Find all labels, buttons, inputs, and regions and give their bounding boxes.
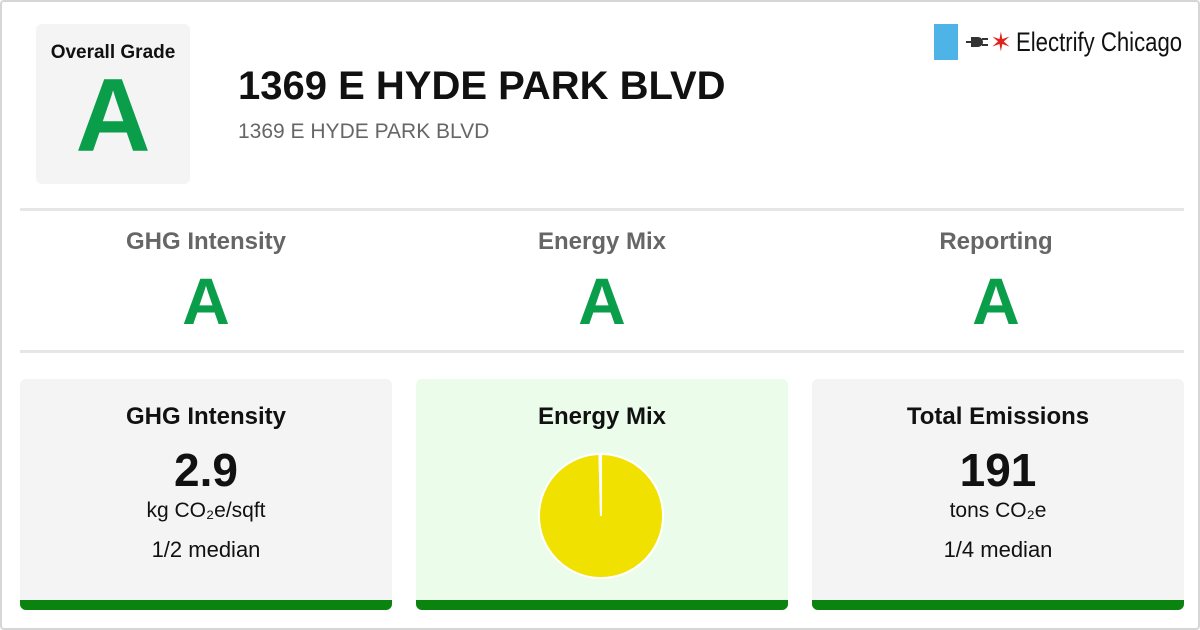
- card-unit: kg CO₂e/sqft: [146, 499, 266, 522]
- card-median: 1/2 median: [151, 537, 261, 562]
- energy-mix-card: Energy Mix: [416, 379, 788, 610]
- card-title: Total Emissions: [906, 403, 1090, 430]
- card-bottom-bar: [416, 600, 788, 610]
- card-title: GHG Intensity: [125, 403, 287, 430]
- plug-icon: [966, 37, 988, 47]
- card-unit: tons CO₂e: [949, 499, 1047, 522]
- total-emissions-card: Total Emissions 191 tons CO₂e 1/4 median: [812, 379, 1184, 610]
- chicago-star-icon: ✶: [990, 27, 1012, 57]
- sub-grade-name: Reporting: [939, 228, 1053, 255]
- divider-middle: [20, 350, 1184, 353]
- overall-grade-letter: A: [75, 58, 151, 174]
- sub-grade-name: Energy Mix: [537, 228, 667, 255]
- brand-name: Electrify Chicago: [1015, 26, 1182, 57]
- card-frame: Overall Grade A 1369 E HYDE PARK BLVD 13…: [0, 0, 1200, 630]
- card-bottom-bar: [20, 600, 392, 610]
- card-title: Energy Mix: [537, 403, 667, 430]
- brand-logo[interactable]: ✶ Electrify Chicago: [934, 24, 1200, 60]
- card-value: 2.9: [174, 444, 238, 496]
- building-title: 1369 E HYDE PARK BLVD: [238, 64, 726, 108]
- card-bottom-bar: [812, 600, 1184, 610]
- card-median: 1/4 median: [943, 537, 1053, 562]
- sub-grade-energy-mix: Energy Mix A: [406, 228, 798, 334]
- overall-grade-box: Overall Grade A: [36, 24, 190, 184]
- sub-grade-letter: A: [578, 264, 626, 338]
- ghg-intensity-card: GHG Intensity 2.9 kg CO₂e/sqft 1/2 media…: [20, 379, 392, 610]
- building-address: 1369 E HYDE PARK BLVD: [238, 120, 490, 143]
- flag-icon: [934, 24, 958, 60]
- sub-grade-name: GHG Intensity: [125, 228, 287, 255]
- divider-top: [20, 208, 1184, 211]
- sub-grade-reporting: Reporting A: [800, 228, 1192, 334]
- card-value: 191: [959, 444, 1037, 496]
- sub-grade-ghg: GHG Intensity A: [10, 228, 402, 334]
- sub-grade-letter: A: [972, 264, 1020, 338]
- energy-mix-pie-chart: [538, 452, 664, 579]
- sub-grade-letter: A: [182, 264, 230, 338]
